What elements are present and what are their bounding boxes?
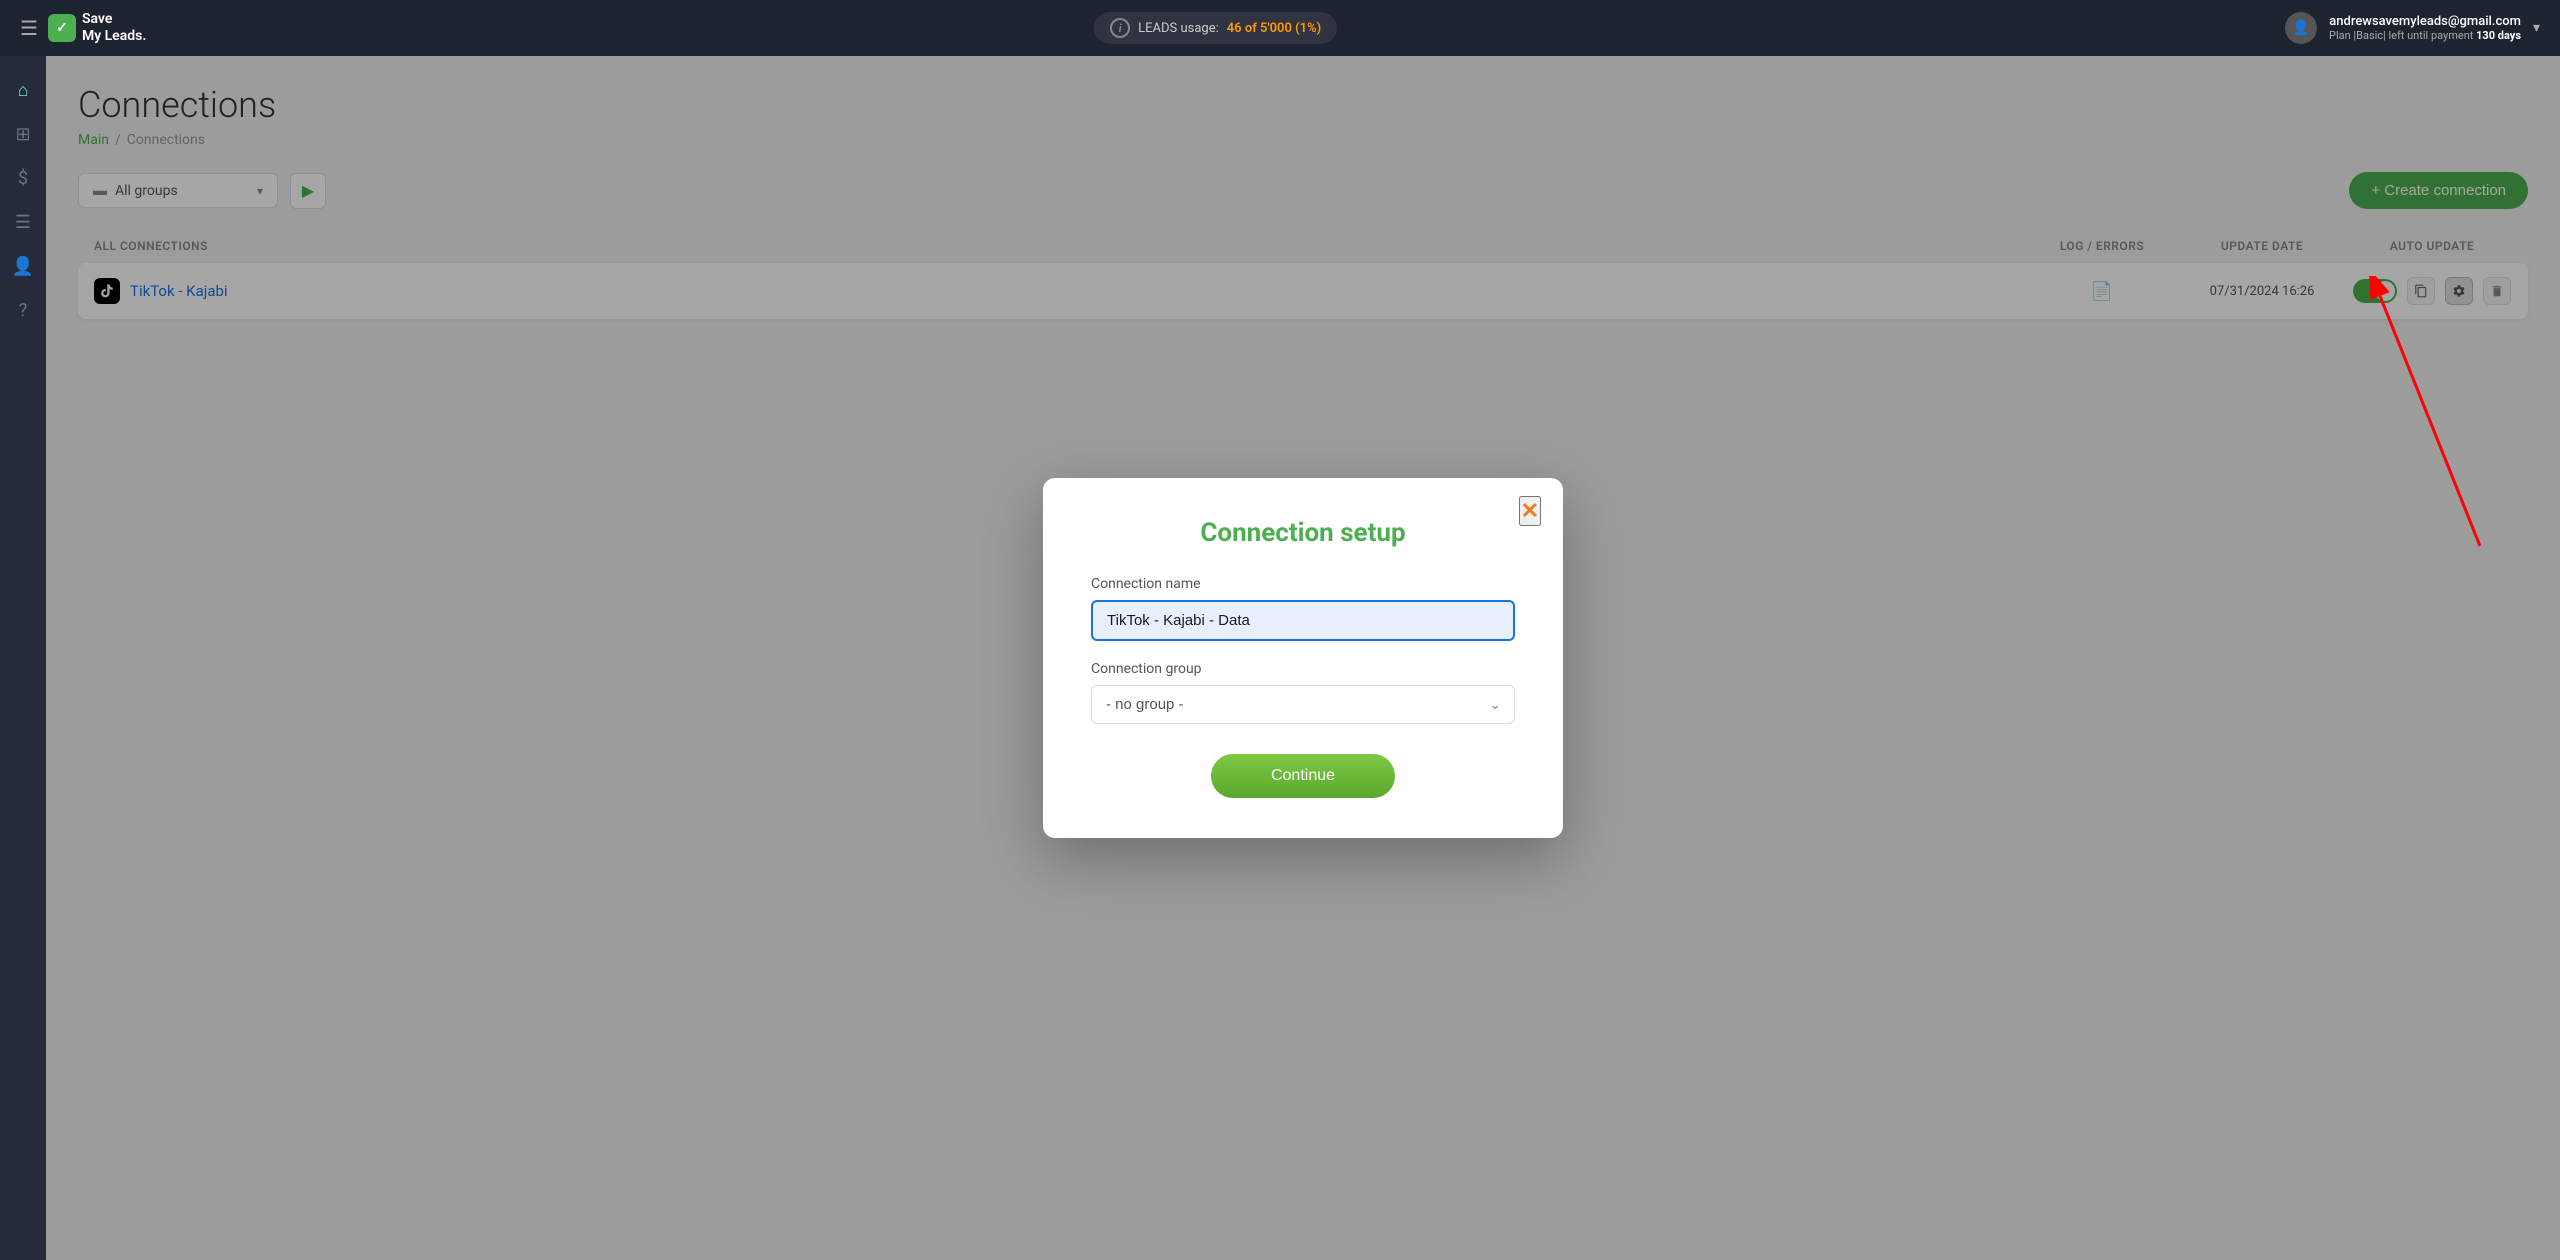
sidebar-item-billing[interactable]: $ xyxy=(5,160,41,196)
chevron-down-icon[interactable]: ▾ xyxy=(2533,20,2540,36)
connection-group-label: Connection group xyxy=(1091,661,1515,677)
user-info: andrewsavemyleads@gmail.com Plan |Basic|… xyxy=(2329,14,2521,42)
sidebar-item-home[interactable]: ⌂ xyxy=(5,72,41,108)
modal-close-button[interactable]: ✕ xyxy=(1519,496,1541,526)
connection-name-group: Connection name xyxy=(1091,576,1515,641)
user-plan: Plan |Basic| left until payment 130 days xyxy=(2329,29,2521,42)
connection-name-input[interactable] xyxy=(1091,600,1515,641)
group-select-wrapper: - no group - ⌄ xyxy=(1091,685,1515,724)
nav-right: 👤 andrewsavemyleads@gmail.com Plan |Basi… xyxy=(2285,12,2540,44)
sidebar-item-connections[interactable]: ☰ xyxy=(5,204,41,240)
content-area: Connections Main / Connections ▬ All gro… xyxy=(46,56,2560,1260)
logo-icon: ✓ xyxy=(48,14,76,42)
connection-group-group: Connection group - no group - ⌄ xyxy=(1091,661,1515,724)
modal-title: Connection setup xyxy=(1091,518,1515,548)
nav-left: ☰ ✓ Save My Leads. xyxy=(20,11,146,45)
main-layout: ⌂ ⊞ $ ☰ 👤 ? Connections Main / Connectio… xyxy=(0,56,2560,1260)
sidebar-item-dashboard[interactable]: ⊞ xyxy=(5,116,41,152)
user-email: andrewsavemyleads@gmail.com xyxy=(2329,14,2521,29)
connection-setup-modal: ✕ Connection setup Connection name Conne… xyxy=(1043,478,1563,838)
logo: ✓ Save My Leads. xyxy=(48,11,146,45)
leads-label: LEADS usage: xyxy=(1138,21,1219,36)
sidebar: ⌂ ⊞ $ ☰ 👤 ? xyxy=(0,56,46,1260)
sidebar-item-help[interactable]: ? xyxy=(5,292,41,328)
continue-button[interactable]: Continue xyxy=(1211,754,1395,798)
user-avatar: 👤 xyxy=(2285,12,2317,44)
leads-usage: i LEADS usage: 46 of 5'000 (1%) xyxy=(1094,12,1337,44)
connection-name-label: Connection name xyxy=(1091,576,1515,592)
sidebar-item-profile[interactable]: 👤 xyxy=(5,248,41,284)
hamburger-icon[interactable]: ☰ xyxy=(20,16,38,40)
top-navigation: ☰ ✓ Save My Leads. i LEADS usage: 46 of … xyxy=(0,0,2560,56)
nav-center: i LEADS usage: 46 of 5'000 (1%) xyxy=(146,12,2285,44)
info-icon: i xyxy=(1110,18,1130,38)
leads-count: 46 of 5'000 (1%) xyxy=(1227,21,1321,36)
connection-group-select[interactable]: - no group - xyxy=(1091,685,1515,724)
logo-text: Save My Leads. xyxy=(82,11,146,45)
modal-overlay: ✕ Connection setup Connection name Conne… xyxy=(46,56,2560,1260)
